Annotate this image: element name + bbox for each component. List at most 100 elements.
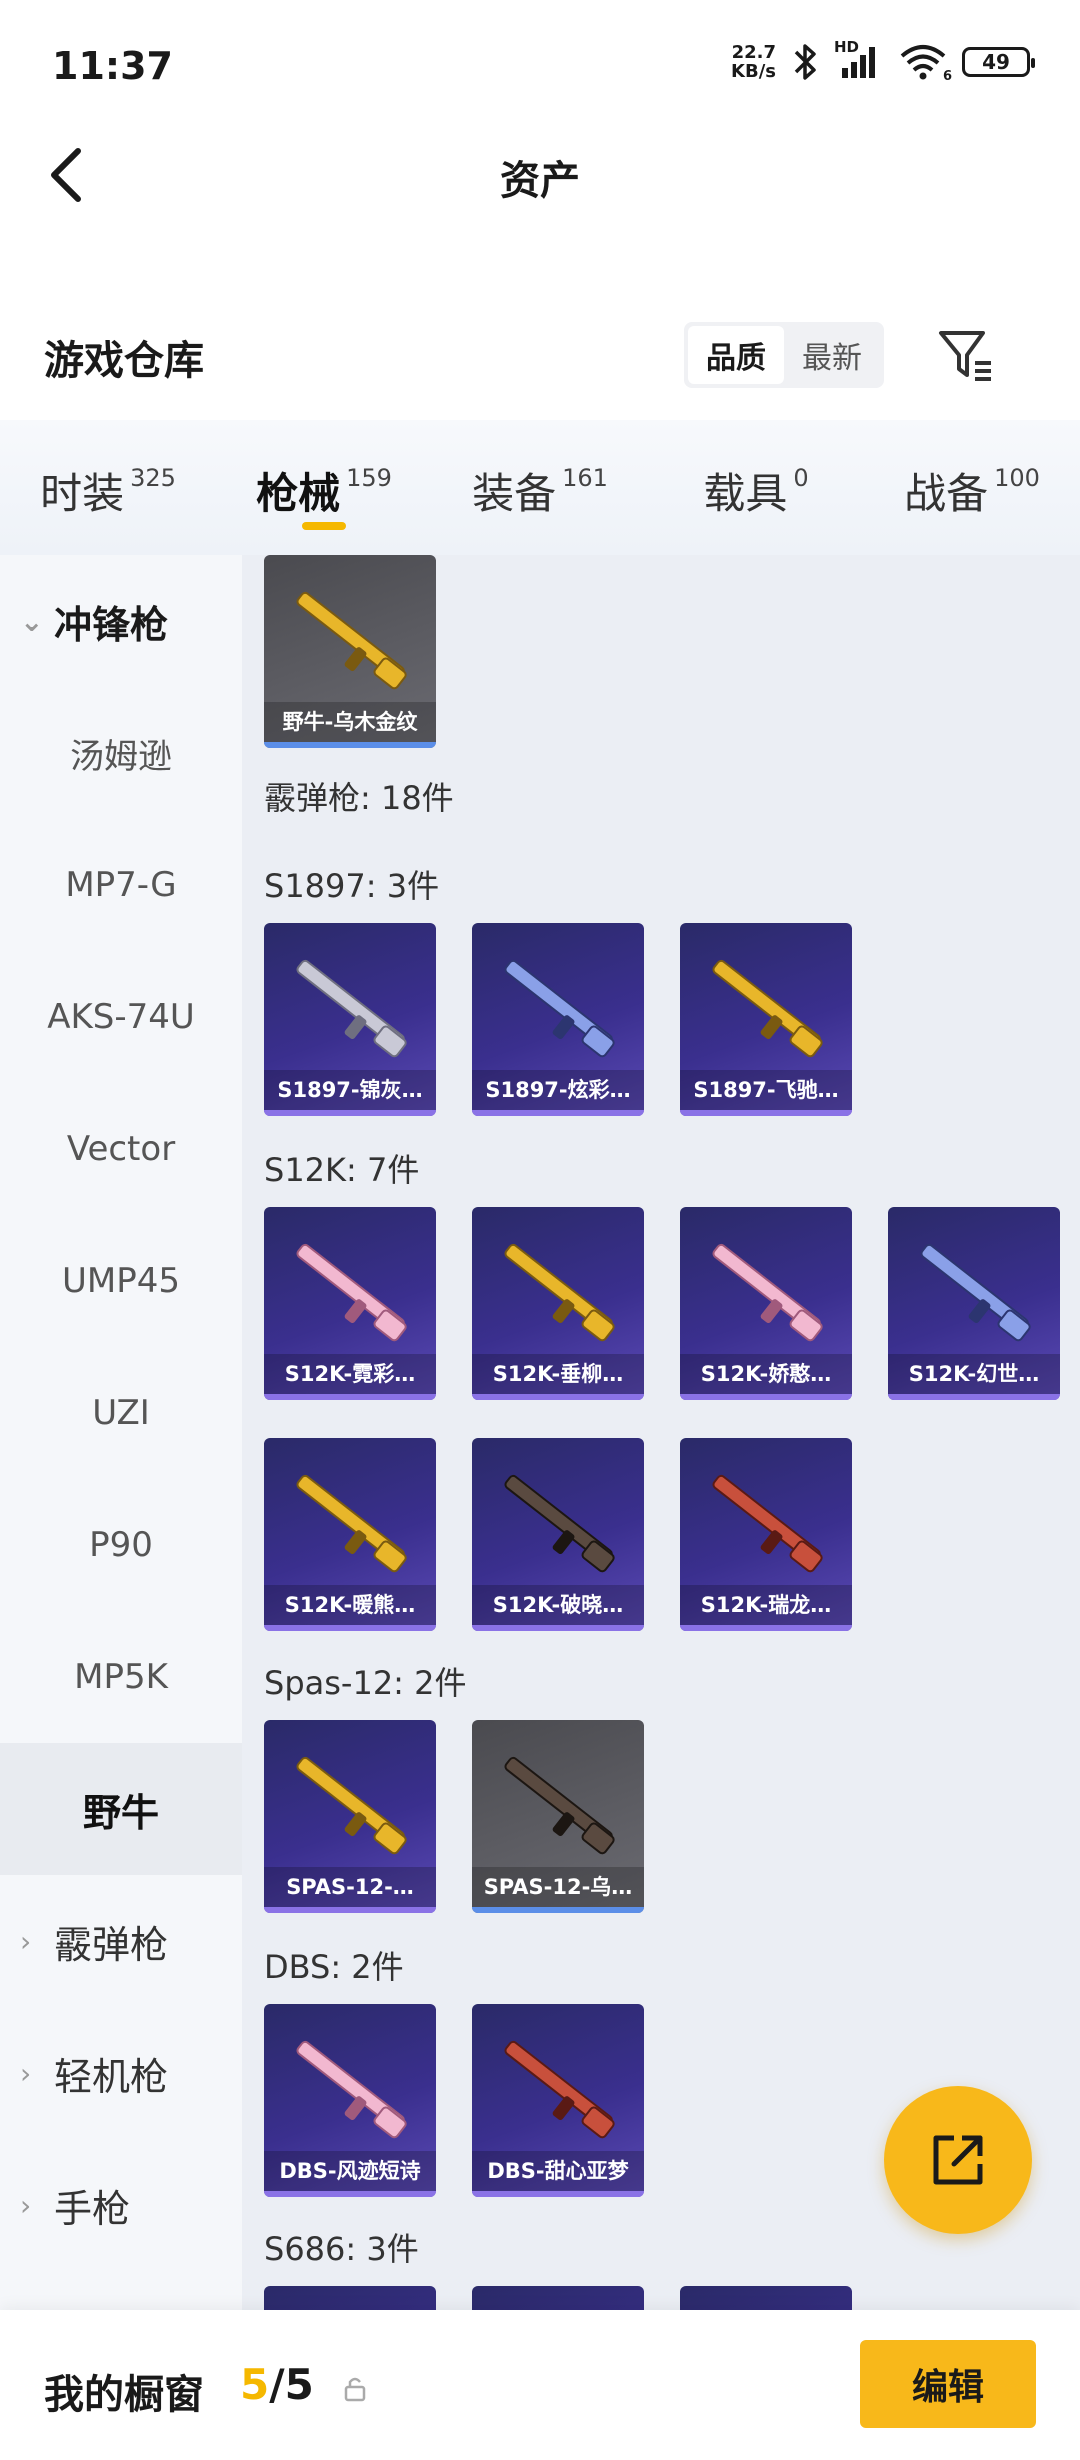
weapon-grid: 野牛-乌木金纹 霰弹枪: 18件 S1897: 3件 S1897-锦灰… S18…: [242, 555, 1080, 2310]
rarity-bar: [264, 1907, 436, 1913]
rarity-bar: [264, 2191, 436, 2197]
rarity-bar: [888, 1394, 1060, 1400]
weapon-card-name: S12K-幻世…: [888, 1354, 1060, 1394]
sort-toggle: 品质 最新: [684, 322, 884, 388]
rarity-bar: [472, 1394, 644, 1400]
weapon-card-name: S12K-暖熊…: [264, 1585, 436, 1625]
showcase-bar: 我的橱窗 5/5 编辑: [0, 2310, 1080, 2460]
weapon-card[interactable]: DBS-甜心亚梦: [472, 2004, 644, 2197]
weapon-card[interactable]: S12K-瑞龙…: [680, 1438, 852, 1631]
bluetooth-icon: [794, 44, 816, 80]
rarity-bar: [680, 1625, 852, 1631]
sidebar-group-shotgun[interactable]: › 霰弹枪: [0, 1875, 242, 2007]
rarity-bar: [472, 1625, 644, 1631]
weapon-card-name: S12K-霓彩…: [264, 1354, 436, 1394]
chevron-right-icon: ›: [20, 1924, 32, 1958]
edit-button[interactable]: 编辑: [860, 2340, 1036, 2428]
weapon-card[interactable]: [680, 2286, 852, 2310]
weapon-card[interactable]: S12K-破晓…: [472, 1438, 644, 1631]
lock-icon: [344, 2377, 366, 2402]
group-header: S1897: 3件: [264, 867, 440, 905]
tab-equipment[interactable]: 装备 161: [432, 420, 648, 555]
status-bar: 11:37 22.7 KB/s HD 6 49: [0, 0, 1080, 130]
tab-supplies[interactable]: 战备 100: [864, 420, 1080, 555]
rarity-bar: [264, 1110, 436, 1116]
weapon-card-name: SPAS-12-…: [264, 1867, 436, 1907]
sidebar-item-vector[interactable]: Vector: [0, 1083, 242, 1215]
weapon-skin-image: [296, 959, 407, 1058]
group-header: DBS: 2件: [264, 1948, 404, 1986]
weapon-skin-image: [296, 591, 407, 690]
weapon-card[interactable]: S12K-幻世…: [888, 1207, 1060, 1400]
tab-label: 装备: [472, 469, 557, 518]
tab-firearms[interactable]: 枪械 159: [216, 420, 432, 555]
weapon-card[interactable]: SPAS-12-…: [264, 1720, 436, 1913]
wifi-indicator: 6: [898, 42, 952, 84]
group-header: Spas-12: 2件: [264, 1664, 467, 1702]
weapon-skin-image: [712, 959, 823, 1058]
page-title: 资产: [500, 158, 580, 204]
weapon-card-name: SPAS-12-乌…: [472, 1867, 644, 1907]
sidebar-item-aks74u[interactable]: AKS-74U: [0, 951, 242, 1083]
weapon-card[interactable]: S12K-垂柳…: [472, 1207, 644, 1400]
sidebar-item-mp5k[interactable]: MP5K: [0, 1611, 242, 1743]
weapon-card[interactable]: S12K-娇憨…: [680, 1207, 852, 1400]
sort-quality-button[interactable]: 品质: [688, 326, 784, 384]
weapon-card[interactable]: [472, 2286, 644, 2310]
weapon-card[interactable]: S1897-飞驰…: [680, 923, 852, 1116]
sidebar-item-bizon[interactable]: 野牛: [0, 1743, 242, 1875]
sidebar-item-ump45[interactable]: UMP45: [0, 1215, 242, 1347]
weapon-card[interactable]: S1897-炫彩…: [472, 923, 644, 1116]
weapon-skin-image: [712, 1243, 823, 1342]
sort-newest-button[interactable]: 最新: [784, 326, 880, 384]
weapon-skin-image: [504, 1756, 615, 1855]
weapon-skin-image: [712, 1474, 823, 1573]
category-header: 霰弹枪: 18件: [264, 779, 454, 817]
tab-count: 325: [130, 464, 176, 492]
rarity-bar: [680, 1394, 852, 1400]
weapon-card-name: S12K-瑞龙…: [680, 1585, 852, 1625]
rarity-bar: [264, 1394, 436, 1400]
weapon-skin-image: [504, 1243, 615, 1342]
weapon-card-name: S12K-垂柳…: [472, 1354, 644, 1394]
weapon-card-name: S1897-炫彩…: [472, 1070, 644, 1110]
weapon-card-name: S1897-飞驰…: [680, 1070, 852, 1110]
weapon-card[interactable]: S1897-锦灰…: [264, 923, 436, 1116]
weapon-card[interactable]: DBS-风迹短诗: [264, 2004, 436, 2197]
weapon-card[interactable]: [264, 2286, 436, 2310]
sidebar-group-lmg[interactable]: › 轻机枪: [0, 2007, 242, 2139]
weapon-skin-image: [920, 1243, 1031, 1342]
sidebar-group-pistol[interactable]: › 手枪: [0, 2139, 242, 2271]
group-header: S686: 3件: [264, 2230, 419, 2268]
weapon-card-name: 野牛-乌木金纹: [264, 702, 436, 742]
tab-fashion[interactable]: 时装 325: [0, 420, 216, 555]
status-time: 11:37: [52, 44, 173, 88]
weapon-card[interactable]: SPAS-12-乌…: [472, 1720, 644, 1913]
sidebar-item-p90[interactable]: P90: [0, 1479, 242, 1611]
filter-button[interactable]: [930, 320, 1000, 390]
sidebar-group-smg[interactable]: ⌄ 冲锋枪: [0, 555, 242, 687]
tab-count: 0: [793, 464, 809, 492]
share-icon: [933, 2135, 983, 2185]
weapon-card[interactable]: S12K-霓彩…: [264, 1207, 436, 1400]
active-tab-indicator: [302, 522, 346, 530]
group-header: S12K: 7件: [264, 1151, 420, 1189]
rarity-bar: [472, 1110, 644, 1116]
showcase-count: 5/5: [240, 2360, 314, 2409]
weapon-card[interactable]: S12K-暖熊…: [264, 1438, 436, 1631]
rarity-bar: [264, 742, 436, 748]
sidebar-item-thompson[interactable]: 汤姆逊: [0, 687, 242, 819]
tab-label: 枪械: [256, 469, 341, 518]
rarity-bar: [472, 1907, 644, 1913]
weapon-skin-image: [296, 1474, 407, 1573]
sidebar-item-mp7g[interactable]: MP7-G: [0, 819, 242, 951]
share-button[interactable]: [884, 2086, 1032, 2234]
weapon-skin-image: [296, 1756, 407, 1855]
sidebar-item-uzi[interactable]: UZI: [0, 1347, 242, 1479]
tab-count: 161: [562, 464, 608, 492]
weapon-skin-image: [504, 2040, 615, 2139]
weapon-card-name: S12K-破晓…: [472, 1585, 644, 1625]
tab-vehicles[interactable]: 载具 0: [648, 420, 864, 555]
weapon-card[interactable]: 野牛-乌木金纹: [264, 555, 436, 748]
tab-count: 100: [994, 464, 1040, 492]
